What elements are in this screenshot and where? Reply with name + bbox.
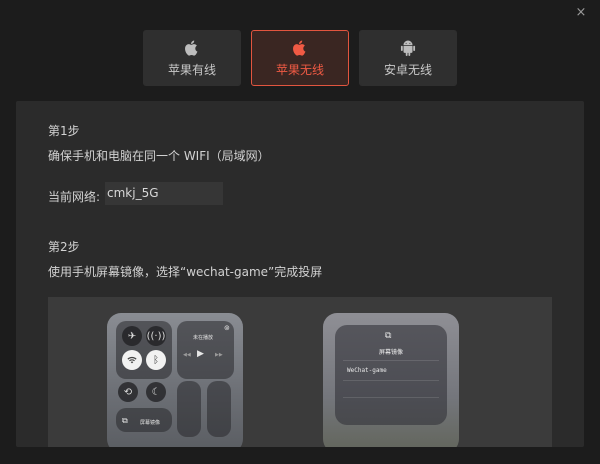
previous-icon: ◀◀	[183, 352, 191, 358]
step1-description: 确保手机和电脑在同一个 WIFI（局域网）	[48, 149, 270, 163]
network-value: cmkj_5G	[105, 182, 223, 205]
tab-apple-wireless[interactable]: 苹果无线	[251, 30, 349, 86]
tab-label: 苹果无线	[275, 63, 324, 77]
mirroring-illustration: ✈ ((·)) ᛒ 未在播放 ▶ ◀◀ ▶▶ ⊚ ⟲ ☾ ⧉ 屏幕镜像 ⧉ 屏幕…	[48, 297, 552, 447]
mirror-device-item: WeChat-game	[347, 367, 387, 374]
android-icon	[398, 38, 418, 58]
cellular-icon: ((·))	[146, 326, 166, 346]
next-icon: ▶▶	[215, 352, 223, 358]
airplane-icon: ✈	[122, 326, 142, 346]
control-center-screenshot: ✈ ((·)) ᛒ 未在播放 ▶ ◀◀ ▶▶ ⊚ ⟲ ☾ ⧉ 屏幕镜像	[107, 313, 243, 447]
tab-android-wireless[interactable]: 安卓无线	[359, 30, 457, 86]
screen-mirroring-dialog: ⧉ 屏幕镜像 WeChat-game	[335, 325, 447, 425]
step2-description: 使用手机屏幕镜像，选择“wechat-game”完成投屏	[48, 265, 323, 279]
screen-mirroring-title: 屏幕镜像	[378, 349, 403, 356]
step1-title: 第1步	[48, 124, 80, 138]
airplay-icon: ⊚	[224, 324, 230, 332]
moon-icon: ☾	[146, 382, 166, 402]
screen-mirroring-icon: ⧉	[122, 416, 128, 425]
connection-tabs: 苹果有线 苹果无线 安卓无线	[143, 30, 457, 86]
close-icon[interactable]: ×	[574, 6, 588, 20]
tab-label: 安卓无线	[383, 63, 432, 77]
screen-mirroring-icon: ⧉	[385, 331, 392, 341]
instructions-panel: 第1步 确保手机和电脑在同一个 WIFI（局域网） 当前网络: cmkj_5G …	[16, 101, 584, 447]
screen-mirroring-label: 屏幕镜像	[140, 420, 161, 426]
volume-slider	[207, 381, 231, 437]
screen-mirroring-screenshot: ⧉ 屏幕镜像 WeChat-game	[323, 313, 459, 447]
brightness-slider	[177, 381, 201, 437]
apple-icon	[290, 38, 310, 58]
now-playing-label: 未在播放	[193, 335, 214, 341]
play-icon: ▶	[197, 349, 204, 359]
wifi-icon	[122, 350, 142, 370]
apple-icon	[182, 38, 202, 58]
tab-label: 苹果有线	[167, 63, 216, 77]
network-label: 当前网络:	[48, 190, 101, 204]
step2-title: 第2步	[48, 240, 80, 254]
tab-apple-wired[interactable]: 苹果有线	[143, 30, 241, 86]
bluetooth-icon: ᛒ	[146, 350, 166, 370]
rotation-lock-icon: ⟲	[118, 382, 138, 402]
